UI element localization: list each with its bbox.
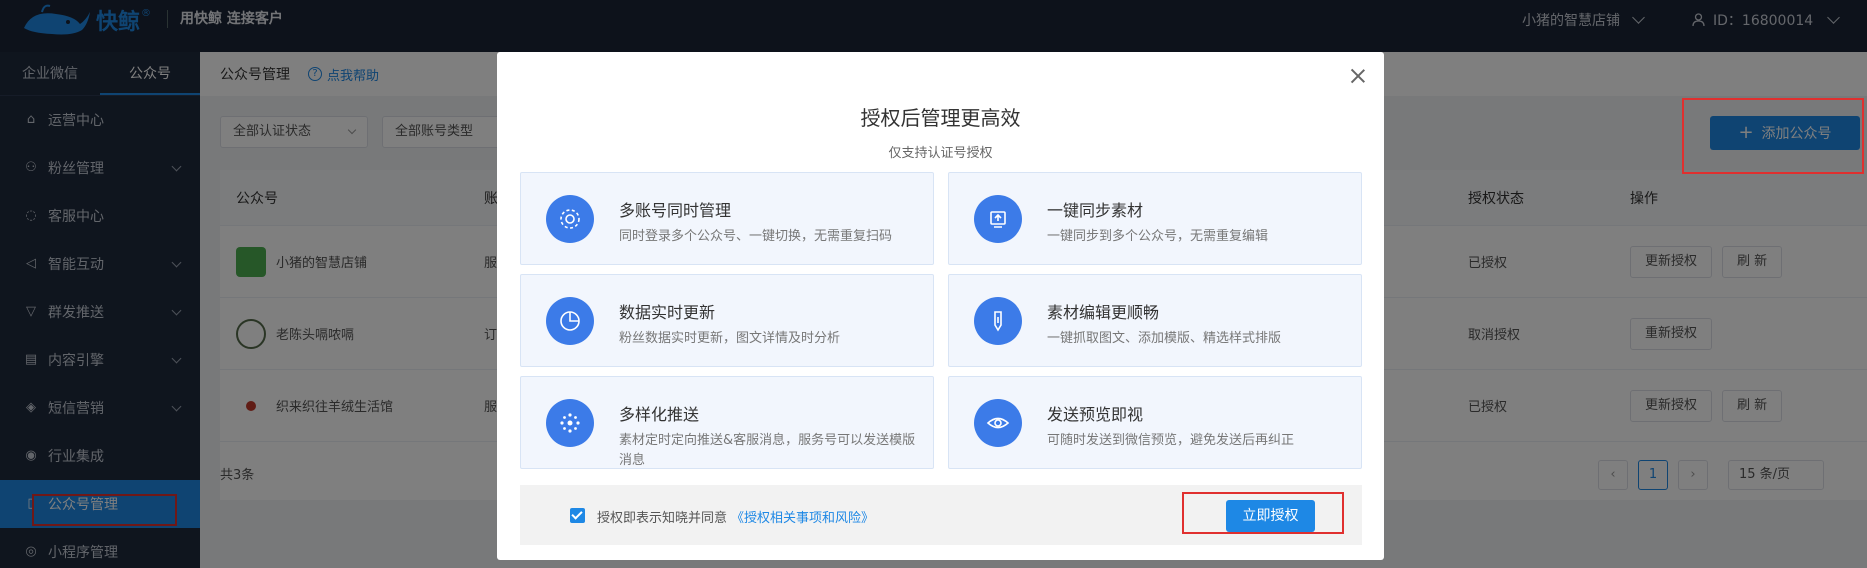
feature-desc: 可随时发送到微信预览，避免发送后再纠正 xyxy=(1047,433,1295,448)
terms-link[interactable]: 《授权相关事项和风险》 xyxy=(731,511,874,526)
agree-statement: 授权即表示知晓并同意 xyxy=(597,511,728,526)
modal-subtitle: 仅支持认证号授权 xyxy=(888,146,993,161)
feature-card: 多样化推送 素材定时定向推送&客服消息，服务号可以发送模版消息 xyxy=(520,376,934,469)
feature-card: 素材编辑更顺畅 一键抓取图文、添加模版、精选样式排版 xyxy=(948,274,1362,367)
sync-icon xyxy=(974,195,1022,243)
modal-title: 授权后管理更高效 xyxy=(860,106,1021,130)
pen-icon xyxy=(974,297,1022,345)
eye-icon xyxy=(974,399,1022,447)
feature-title: 发送预览即视 xyxy=(1047,405,1144,424)
feature-desc: 同时登录多个公众号、一键切换，无需重复扫码 xyxy=(619,229,893,244)
feature-desc: 素材定时定向推送&客服消息，服务号可以发送模版消息 xyxy=(619,433,916,468)
feature-desc: 一键同步到多个公众号，无需重复编辑 xyxy=(1047,229,1269,244)
network-icon xyxy=(546,399,594,447)
authorization-modal: 授权后管理更高效 仅支持认证号授权 多账号同时管理 同时登录多个公众号、一键切换… xyxy=(497,52,1384,560)
pie-chart-icon xyxy=(546,297,594,345)
authorize-highlight-box xyxy=(1182,492,1344,534)
feature-title: 素材编辑更顺畅 xyxy=(1047,303,1160,322)
agree-text: 授权即表示知晓并同意 《授权相关事项和风险》 xyxy=(597,507,874,526)
feature-title: 多账号同时管理 xyxy=(619,201,732,220)
feature-title: 多样化推送 xyxy=(619,405,700,424)
feature-desc: 粉丝数据实时更新，图文详情及时分析 xyxy=(619,331,841,346)
agree-checkbox[interactable] xyxy=(570,508,585,523)
feature-card: 发送预览即视 可随时发送到微信预览，避免发送后再纠正 xyxy=(948,376,1362,469)
feature-desc: 一键抓取图文、添加模版、精选样式排版 xyxy=(1047,331,1282,346)
gear-icon xyxy=(546,195,594,243)
feature-title: 一键同步素材 xyxy=(1047,201,1144,220)
close-icon[interactable] xyxy=(1350,68,1366,84)
add-button-highlight-box xyxy=(1682,98,1864,174)
feature-card: 一键同步素材 一键同步到多个公众号，无需重复编辑 xyxy=(948,172,1362,265)
feature-title: 数据实时更新 xyxy=(619,303,716,322)
feature-card: 数据实时更新 粉丝数据实时更新，图文详情及时分析 xyxy=(520,274,934,367)
feature-grid: 多账号同时管理 同时登录多个公众号、一键切换，无需重复扫码 一键同步素材 一键同… xyxy=(520,172,1362,469)
feature-card: 多账号同时管理 同时登录多个公众号、一键切换，无需重复扫码 xyxy=(520,172,934,265)
